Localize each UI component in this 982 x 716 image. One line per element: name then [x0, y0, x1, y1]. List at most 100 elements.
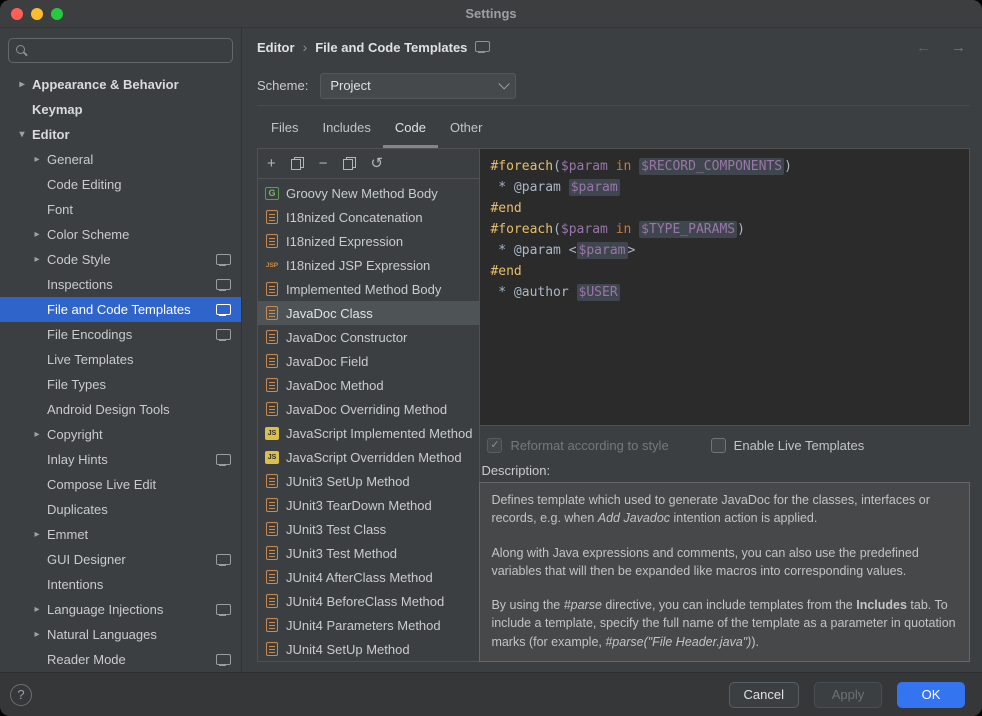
template-item-junit3-test-method[interactable]: JUnit3 Test Method — [258, 541, 479, 565]
template-item-javadoc-overriding-method[interactable]: JavaDoc Overriding Method — [258, 397, 479, 421]
chevron-right-icon[interactable]: ▸ — [27, 604, 47, 615]
breadcrumb-editor[interactable]: Editor — [257, 40, 295, 55]
template-item-javadoc-field[interactable]: JavaDoc Field — [258, 349, 479, 373]
checkbox-icon: ✓ — [487, 438, 502, 453]
template-item-junit3-setup-method[interactable]: JUnit3 SetUp Method — [258, 469, 479, 493]
chevron-right-icon[interactable]: ▸ — [12, 79, 32, 90]
tpl-file-icon — [266, 306, 278, 320]
template-item-i18nized-jsp-expression[interactable]: JSPI18nized JSP Expression — [258, 253, 479, 277]
sidebar-item-inspections[interactable]: Inspections — [0, 272, 241, 297]
sidebar-item-reader-mode[interactable]: Reader Mode — [0, 647, 241, 672]
template-item-javascript-implemented-method[interactable]: JSJavaScript Implemented Method — [258, 421, 479, 445]
sidebar-item-label: Intentions — [47, 577, 241, 592]
duplicate-icon[interactable] — [343, 157, 356, 170]
template-item-label: JUnit3 SetUp Method — [286, 474, 410, 489]
template-detail-pane: #foreach($param in $RECORD_COMPONENTS) *… — [479, 148, 970, 662]
sidebar-item-copyright[interactable]: ▸Copyright — [0, 422, 241, 447]
sidebar-item-code-editing[interactable]: Code Editing — [0, 172, 241, 197]
chevron-right-icon[interactable]: ▸ — [27, 254, 47, 265]
chevron-right-icon[interactable]: ▸ — [27, 154, 47, 165]
sidebar-item-emmet[interactable]: ▸Emmet — [0, 522, 241, 547]
checkbox-reformat-according-to-style[interactable]: ✓Reformat according to style — [487, 438, 668, 453]
chevron-right-icon[interactable]: ▸ — [27, 529, 47, 540]
chevron-down-icon[interactable]: ▾ — [12, 129, 32, 140]
sidebar-item-inlay-hints[interactable]: Inlay Hints — [0, 447, 241, 472]
sidebar-item-file-encodings[interactable]: File Encodings — [0, 322, 241, 347]
forward-arrow-icon[interactable]: → — [951, 39, 966, 56]
tab-includes[interactable]: Includes — [310, 120, 382, 148]
sidebar-item-file-and-code-templates[interactable]: File and Code Templates — [0, 297, 241, 322]
template-item-label: JUnit4 SetUp Method — [286, 642, 410, 657]
minimize-button[interactable] — [31, 8, 43, 20]
sidebar-item-label: Inlay Hints — [47, 452, 216, 467]
tpl-file-icon — [266, 330, 278, 344]
sidebar-item-duplicates[interactable]: Duplicates — [0, 497, 241, 522]
ok-button[interactable]: OK — [897, 682, 965, 708]
template-item-junit3-teardown-method[interactable]: JUnit3 TearDown Method — [258, 493, 479, 517]
template-item-javascript-overridden-method[interactable]: JSJavaScript Overridden Method — [258, 445, 479, 469]
scheme-row: Scheme: Project — [257, 66, 970, 106]
chevron-right-icon[interactable]: ▸ — [27, 229, 47, 240]
template-item-implemented-method-body[interactable]: Implemented Method Body — [258, 277, 479, 301]
cancel-button[interactable]: Cancel — [729, 682, 799, 708]
sidebar-item-label: Code Editing — [47, 177, 241, 192]
template-item-javadoc-method[interactable]: JavaDoc Method — [258, 373, 479, 397]
sidebar-item-font[interactable]: Font — [0, 197, 241, 222]
sidebar-item-appearance-behavior[interactable]: ▸Appearance & Behavior — [0, 72, 241, 97]
copy-icon[interactable] — [291, 157, 304, 170]
scheme-select[interactable]: Project — [320, 73, 516, 99]
tpl-file-icon — [266, 474, 278, 488]
chevron-right-icon[interactable]: ▸ — [27, 629, 47, 640]
tab-other[interactable]: Other — [438, 120, 495, 148]
checkbox-enable-live-templates[interactable]: Enable Live Templates — [711, 438, 865, 453]
sidebar-item-color-scheme[interactable]: ▸Color Scheme — [0, 222, 241, 247]
sidebar-item-general[interactable]: ▸General — [0, 147, 241, 172]
apply-button[interactable]: Apply — [814, 682, 882, 708]
sidebar-item-label: Android Design Tools — [47, 402, 241, 417]
sidebar-item-file-types[interactable]: File Types — [0, 372, 241, 397]
close-button[interactable] — [11, 8, 23, 20]
tab-code[interactable]: Code — [383, 120, 438, 148]
template-item-groovy-new-method-body[interactable]: GGroovy New Method Body — [258, 181, 479, 205]
remove-icon[interactable]: − — [319, 156, 328, 171]
template-item-javadoc-class[interactable]: JavaDoc Class — [258, 301, 479, 325]
search-box[interactable] — [8, 38, 233, 63]
template-item-i18nized-expression[interactable]: I18nized Expression — [258, 229, 479, 253]
template-item-label: JUnit3 Test Class — [286, 522, 386, 537]
add-icon[interactable]: + — [267, 156, 276, 171]
sidebar-item-natural-languages[interactable]: ▸Natural Languages — [0, 622, 241, 647]
template-item-junit4-afterclass-method[interactable]: JUnit4 AfterClass Method — [258, 565, 479, 589]
screen-icon — [216, 304, 230, 316]
tpl-file-icon — [266, 594, 278, 608]
template-item-junit4-parameters-method[interactable]: JUnit4 Parameters Method — [258, 613, 479, 637]
tpl-file-icon — [266, 354, 278, 368]
checkbox-label: Enable Live Templates — [734, 438, 865, 453]
sidebar-item-editor[interactable]: ▾Editor — [0, 122, 241, 147]
sidebar-item-code-style[interactable]: ▸Code Style — [0, 247, 241, 272]
sidebar-item-compose-live-edit[interactable]: Compose Live Edit — [0, 472, 241, 497]
chevron-right-icon[interactable]: ▸ — [27, 429, 47, 440]
sidebar-item-gui-designer[interactable]: GUI Designer — [0, 547, 241, 572]
sidebar-item-language-injections[interactable]: ▸Language Injections — [0, 597, 241, 622]
reset-icon[interactable]: ↺ — [371, 156, 384, 171]
zoom-button[interactable] — [51, 8, 63, 20]
template-item-junit3-test-class[interactable]: JUnit3 Test Class — [258, 517, 479, 541]
tab-files[interactable]: Files — [259, 120, 310, 148]
sidebar-item-live-templates[interactable]: Live Templates — [0, 347, 241, 372]
template-item-javadoc-constructor[interactable]: JavaDoc Constructor — [258, 325, 479, 349]
sidebar-item-intentions[interactable]: Intentions — [0, 572, 241, 597]
back-arrow-icon[interactable]: ← — [916, 39, 931, 56]
template-item-label: JavaDoc Overriding Method — [286, 402, 447, 417]
chevron-down-icon — [499, 78, 510, 89]
sidebar-item-android-design-tools[interactable]: Android Design Tools — [0, 397, 241, 422]
template-item-i18nized-concatenation[interactable]: I18nized Concatenation — [258, 205, 479, 229]
template-editor[interactable]: #foreach($param in $RECORD_COMPONENTS) *… — [479, 148, 970, 426]
scheme-label: Scheme: — [257, 78, 308, 93]
template-item-junit4-beforeclass-method[interactable]: JUnit4 BeforeClass Method — [258, 589, 479, 613]
sidebar-item-keymap[interactable]: Keymap — [0, 97, 241, 122]
search-icon — [16, 44, 29, 57]
help-button[interactable]: ? — [10, 684, 32, 706]
search-input[interactable] — [35, 42, 225, 59]
template-item-junit4-setup-method[interactable]: JUnit4 SetUp Method — [258, 637, 479, 661]
tpl-file-icon — [266, 618, 278, 632]
